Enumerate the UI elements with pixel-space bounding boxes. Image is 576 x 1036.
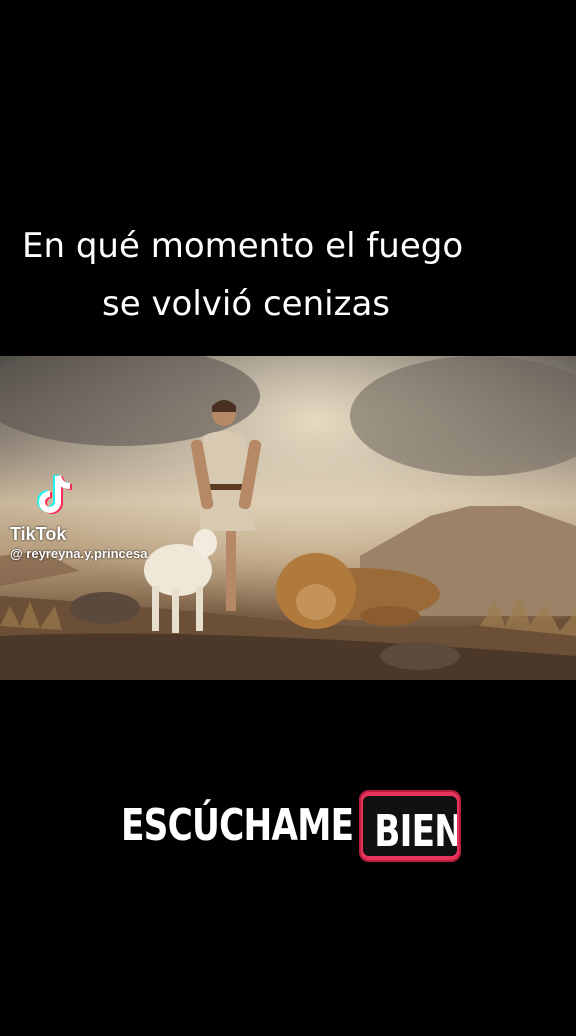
cta-word-bien: BIEN bbox=[374, 806, 457, 856]
tiktok-logo-icon bbox=[37, 474, 73, 514]
scene-illustration bbox=[0, 356, 576, 680]
video-frame[interactable] bbox=[0, 356, 576, 680]
cta-highlight-box: BIEN bbox=[359, 790, 461, 862]
cta-word-escuchame: ESCÚCHAME bbox=[121, 800, 354, 851]
caption-line-2: se volvió cenizas bbox=[102, 284, 390, 324]
cta-word-bien-bg: BIEN bbox=[363, 796, 457, 856]
creator-handle: @ reyreyna.y.princesa bbox=[10, 546, 148, 561]
tiktok-brand-label: TikTok bbox=[10, 524, 67, 544]
caption-line-1: En qué momento el fuego bbox=[22, 226, 464, 266]
cta-banner: ESCÚCHAME BIEN bbox=[0, 790, 576, 864]
